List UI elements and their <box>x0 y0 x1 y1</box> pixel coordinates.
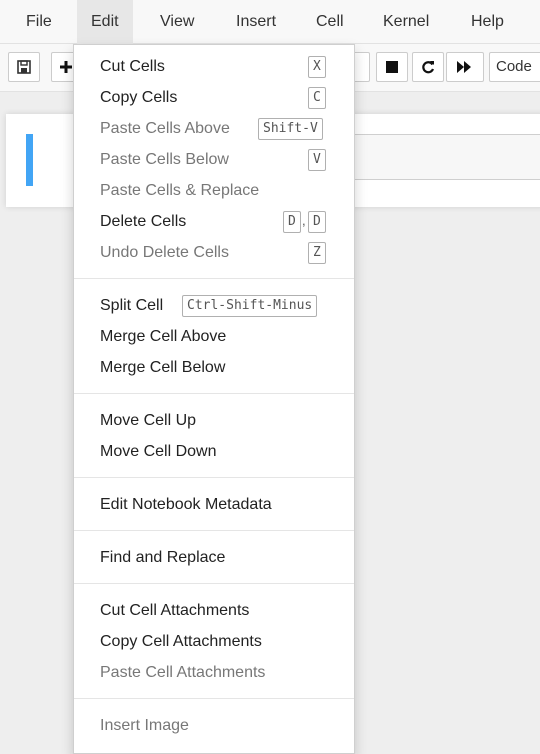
menu-item-cut-cells[interactable]: Cut Cells X <box>74 51 354 82</box>
menu-edit[interactable]: Edit <box>77 0 133 44</box>
menubar: File Edit View Insert Cell Kernel Help <box>0 0 540 44</box>
menu-item-label: Undo Delete Cells <box>100 244 229 261</box>
menu-item-label: Move Cell Down <box>100 443 217 460</box>
menu-item-move-cell-down[interactable]: Move Cell Down <box>74 436 354 467</box>
menu-item-label: Find and Replace <box>100 549 226 566</box>
cell-type-select[interactable]: Code <box>489 52 540 82</box>
menu-item-merge-cell-below[interactable]: Merge Cell Below <box>74 352 354 383</box>
edit-menu-dropdown: Cut Cells X Copy Cells C Paste Cells Abo… <box>73 44 355 754</box>
cell-selection-bar <box>26 134 33 186</box>
menu-item-insert-image[interactable]: Insert Image <box>74 710 354 741</box>
menu-item-label: Delete Cells <box>100 213 187 230</box>
menu-item-copy-cell-attachments[interactable]: Copy Cell Attachments <box>74 626 354 657</box>
menu-item-edit-notebook-metadata[interactable]: Edit Notebook Metadata <box>74 489 354 520</box>
shortcut-key: C <box>308 87 326 109</box>
menu-item-label: Paste Cell Attachments <box>100 664 266 681</box>
menu-item-undo-delete-cells[interactable]: Undo Delete Cells Z <box>74 237 354 268</box>
menu-item-label: Edit Notebook Metadata <box>100 496 272 513</box>
menu-item-find-and-replace[interactable]: Find and Replace <box>74 542 354 573</box>
restart-icon <box>422 61 435 74</box>
menu-item-paste-cells-below[interactable]: Paste Cells Below V <box>74 144 354 175</box>
restart-kernel-button[interactable] <box>412 52 444 82</box>
stop-icon <box>386 61 398 73</box>
interrupt-button[interactable] <box>376 52 408 82</box>
save-button[interactable] <box>8 52 40 82</box>
menu-item-label: Paste Cells Below <box>100 151 229 168</box>
menu-view[interactable]: View <box>146 0 208 44</box>
menu-item-label: Merge Cell Above <box>100 328 227 345</box>
menu-divider <box>74 530 354 531</box>
menu-item-delete-cells[interactable]: Delete Cells D , D <box>74 206 354 237</box>
menu-item-move-cell-up[interactable]: Move Cell Up <box>74 405 354 436</box>
menu-item-label: Copy Cells <box>100 89 178 106</box>
fast-forward-icon <box>457 61 471 73</box>
menu-item-split-cell[interactable]: Split Cell Ctrl-Shift-Minus <box>74 290 354 321</box>
shortcut-key: D <box>283 211 301 233</box>
menu-kernel[interactable]: Kernel <box>369 0 443 44</box>
shortcut-key: X <box>308 56 326 78</box>
run-all-button[interactable] <box>446 52 484 82</box>
shortcut-key: D <box>308 211 326 233</box>
shortcut-key: Ctrl-Shift-Minus <box>182 295 318 317</box>
menu-item-label: Paste Cells Above <box>100 120 230 137</box>
menu-insert[interactable]: Insert <box>222 0 290 44</box>
menu-divider <box>74 477 354 478</box>
menu-divider <box>74 698 354 699</box>
menu-divider <box>74 583 354 584</box>
shortcut-key: V <box>308 149 326 171</box>
menu-cell[interactable]: Cell <box>302 0 358 44</box>
menu-item-paste-cell-attachments[interactable]: Paste Cell Attachments <box>74 657 354 688</box>
menu-item-copy-cells[interactable]: Copy Cells C <box>74 82 354 113</box>
shortcut-key: Shift-V <box>258 118 323 140</box>
menu-file[interactable]: File <box>12 0 66 44</box>
menu-divider <box>74 393 354 394</box>
menu-item-label: Cut Cells <box>100 58 165 75</box>
plus-icon <box>60 61 72 73</box>
menu-item-label: Merge Cell Below <box>100 359 226 376</box>
menu-item-label: Paste Cells & Replace <box>100 182 260 199</box>
menu-item-label: Move Cell Up <box>100 412 197 429</box>
menu-item-cut-cell-attachments[interactable]: Cut Cell Attachments <box>74 595 354 626</box>
floppy-disk-icon <box>17 60 31 74</box>
menu-divider <box>74 278 354 279</box>
menu-item-label: Copy Cell Attachments <box>100 633 262 650</box>
menu-item-paste-cells-above[interactable]: Paste Cells Above Shift-V <box>74 113 354 144</box>
menu-item-label: Split Cell <box>100 297 164 314</box>
menu-item-label: Cut Cell Attachments <box>100 602 250 619</box>
menu-item-paste-cells-replace[interactable]: Paste Cells & Replace <box>74 175 354 206</box>
shortcut-separator: , <box>302 213 306 228</box>
shortcut-key: Z <box>308 242 326 264</box>
menu-item-label: Insert Image <box>100 717 189 734</box>
menu-item-merge-cell-above[interactable]: Merge Cell Above <box>74 321 354 352</box>
menu-help[interactable]: Help <box>457 0 518 44</box>
